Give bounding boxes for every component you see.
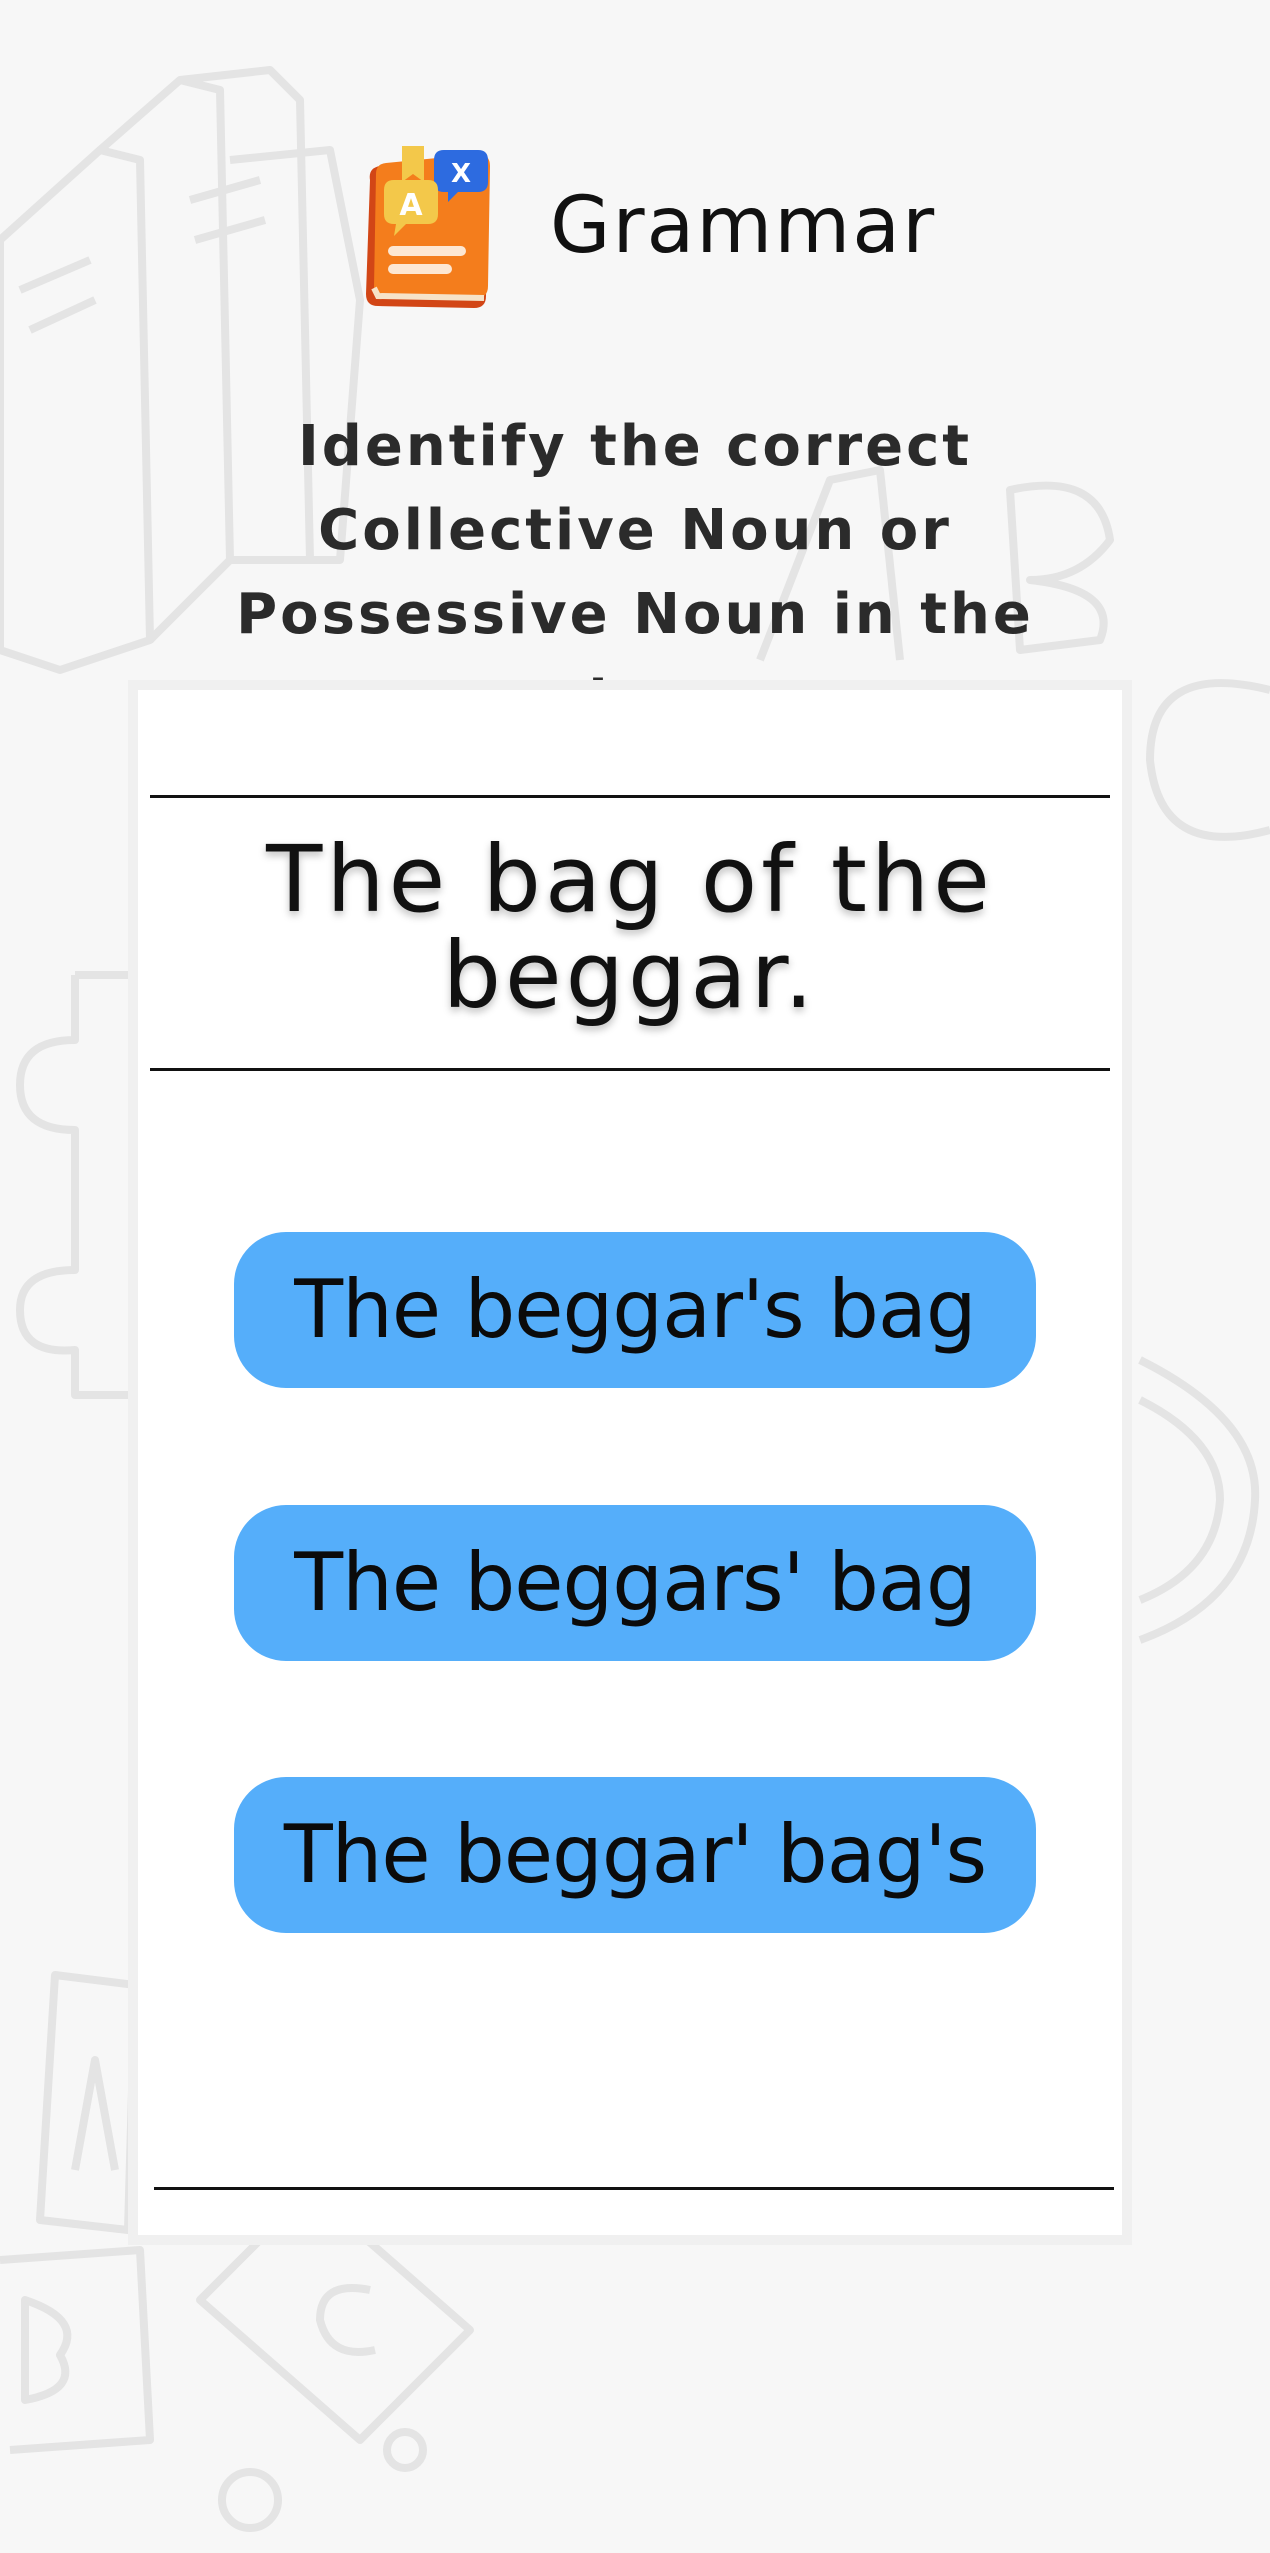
question-sentence: The bag of the beggar.: [266, 826, 994, 1029]
app-header: X A Grammar: [348, 138, 936, 313]
question-card: The bag of the beggar. The beggar's bag …: [128, 680, 1132, 2245]
divider-top: [150, 795, 1110, 798]
divider-middle: [150, 1068, 1110, 1071]
svg-text:X: X: [451, 159, 471, 189]
grammar-book-icon: X A: [366, 146, 490, 308]
svg-text:A: A: [399, 188, 423, 223]
answer-option-2[interactable]: The beggars' bag: [234, 1505, 1036, 1661]
answer-option-1[interactable]: The beggar's bag: [234, 1232, 1036, 1388]
ring-doodle: [1138, 1356, 1260, 1644]
app-title: Grammar: [550, 180, 937, 271]
divider-bottom: [154, 2187, 1114, 2190]
letter-c-doodle: [1146, 679, 1270, 841]
books-doodle: [0, 146, 154, 674]
answer-option-3[interactable]: The beggar' bag's: [234, 1777, 1036, 1933]
